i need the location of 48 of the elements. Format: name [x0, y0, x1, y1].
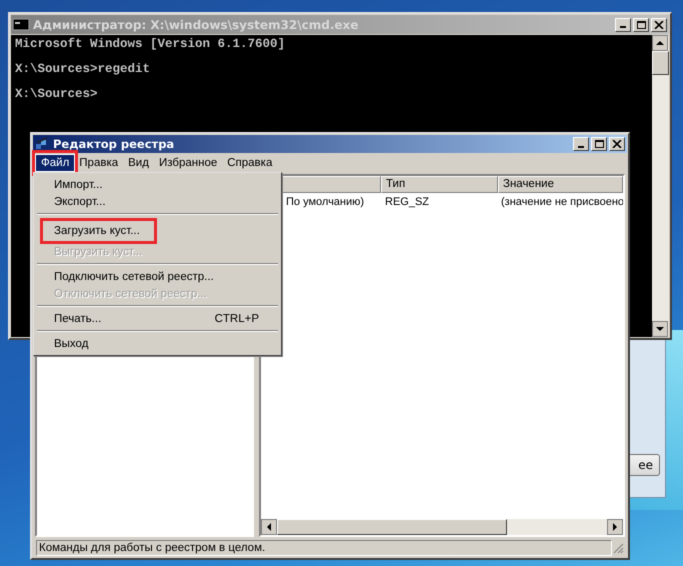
- table-cell-text: По умолчанию): [285, 196, 366, 208]
- table-cell-text: REG_SZ: [384, 196, 430, 208]
- menu-item[interactable]: Вид: [123, 154, 154, 170]
- maximize-button[interactable]: [591, 137, 607, 151]
- menu-item[interactable]: Избранное: [154, 154, 222, 170]
- menu-entry-label: Импорт...: [54, 178, 103, 190]
- maximize-icon: [594, 140, 604, 148]
- menu-entry-label: Подключить сетевой реестр...: [54, 270, 214, 282]
- console-line: X:\Sources>regedit: [15, 63, 152, 76]
- shortcut-label: CTRL+P: [214, 312, 259, 324]
- horizontal-scrollbar[interactable]: [261, 519, 623, 535]
- window-title: Администратор: X:\windows\system32\cmd.exe: [33, 18, 358, 32]
- menu-item[interactable]: Справка: [222, 154, 278, 170]
- minimize-icon: [620, 26, 626, 28]
- menu-item[interactable]: Файл: [36, 154, 74, 170]
- menu-entry-label: Экспорт...: [54, 196, 106, 208]
- scroll-thumb[interactable]: [652, 51, 669, 75]
- maximize-button[interactable]: [633, 18, 649, 32]
- console-icon: [13, 19, 29, 30]
- minimize-button[interactable]: [615, 18, 631, 32]
- minimize-icon: [578, 146, 584, 148]
- column-header[interactable]: Значение: [498, 176, 623, 193]
- console-line: Microsoft Windows [Version 6.1.7600]: [15, 38, 286, 50]
- scroll-thumb[interactable]: [277, 519, 507, 535]
- menu-item[interactable]: Правка: [74, 154, 124, 170]
- console-line: X:\Sources>: [15, 88, 99, 100]
- menu-entry[interactable]: Печать... CTRL+P: [36, 310, 279, 327]
- close-icon: [612, 140, 622, 148]
- highlighted-menu-entry-label: Загрузить куст...: [40, 218, 157, 244]
- minimize-button[interactable]: [573, 137, 589, 151]
- vertical-scrollbar[interactable]: [652, 35, 669, 337]
- menu-entry[interactable]: Экспорт...: [36, 193, 279, 210]
- status-bar: Команды для работы с реестром в целом.: [36, 540, 612, 556]
- menu-entry[interactable]: Загрузить куст...: [36, 218, 279, 243]
- resize-grip-icon: [612, 542, 624, 554]
- menu-entry[interactable]: Импорт...: [36, 176, 279, 193]
- menu-entry[interactable]: Подключить сетевой реестр...: [36, 268, 279, 285]
- close-button[interactable]: [609, 137, 625, 151]
- menu-entry-label: Выход: [54, 338, 88, 350]
- maximize-icon: [636, 20, 646, 28]
- dialog-button[interactable]: ее: [630, 454, 660, 476]
- menu-entry-label: Печать...: [54, 312, 102, 324]
- close-button[interactable]: [651, 18, 667, 32]
- registry-cubes-icon: [35, 137, 49, 151]
- window-title: Редактор реестра: [53, 137, 174, 151]
- close-icon: [654, 20, 664, 28]
- menu-entry[interactable]: Выход: [36, 335, 279, 352]
- column-header[interactable]: Тип: [381, 176, 498, 193]
